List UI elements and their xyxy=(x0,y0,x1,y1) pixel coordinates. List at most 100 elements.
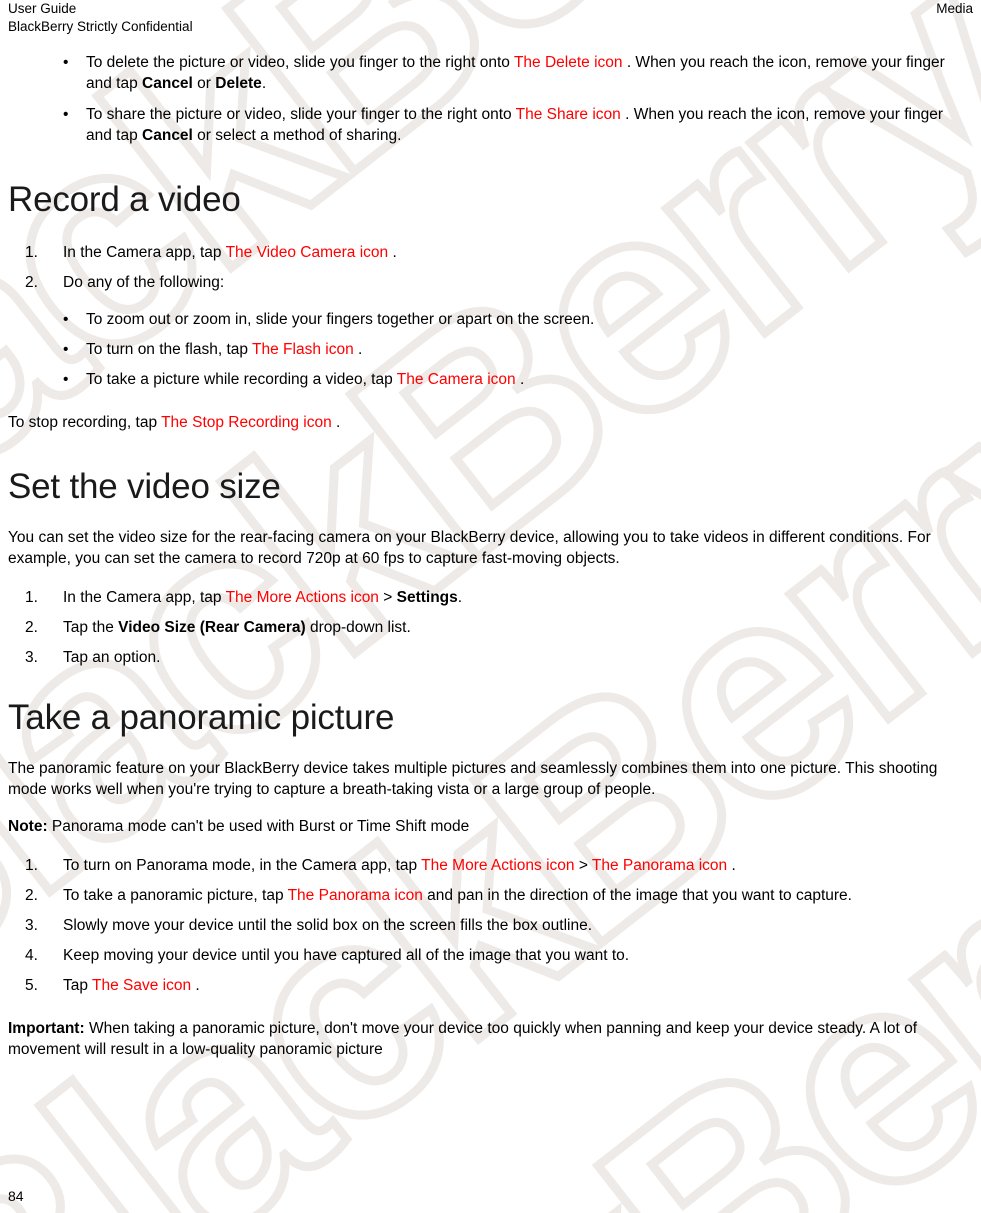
step-number: 2. xyxy=(25,887,38,904)
note-label: Note: xyxy=(8,818,48,835)
share-icon-reference: The Share icon xyxy=(515,106,621,123)
record-video-steps: 1. In the Camera app, tap The Video Camer… xyxy=(8,242,973,293)
step-text-part2: > xyxy=(378,589,397,606)
delete-share-bullet-list: • To delete the picture or video, slide y… xyxy=(8,52,973,146)
bullet-text-part1: To share the picture or video, slide you… xyxy=(86,106,516,123)
step-text-part1: Tap xyxy=(63,977,93,994)
record-video-sub-bullets: • To zoom out or zoom in, slide your fin… xyxy=(8,309,973,390)
bullet-glyph: • xyxy=(63,371,69,388)
delete-label: Delete xyxy=(215,75,262,92)
step-number: 1. xyxy=(25,857,38,874)
step-number: 1. xyxy=(25,244,38,261)
panorama-icon-reference: The Panorama icon xyxy=(591,857,728,874)
page-header: User Guide BlackBerry Strictly Confident… xyxy=(0,0,981,40)
step-text-part2: . xyxy=(388,244,397,261)
list-item: 2. Tap the Video Size (Rear Camera) drop-… xyxy=(8,617,973,638)
header-section-name: Media xyxy=(936,1,973,16)
step-number: 3. xyxy=(25,649,38,666)
page-content: • To delete the picture or video, slide y… xyxy=(8,52,973,1060)
video-camera-icon-reference: The Video Camera icon xyxy=(225,244,389,261)
step-text-part1: Do any of the following: xyxy=(63,274,225,291)
heading-set-the-video-size: Set the video size xyxy=(8,467,281,506)
header-doc-title: User Guide xyxy=(8,1,77,16)
panorama-important-note: Important: When taking a panoramic pictu… xyxy=(8,1018,973,1060)
page-number: 84 xyxy=(8,1188,24,1204)
step-text-part3: . xyxy=(457,589,463,606)
cancel-label: Cancel xyxy=(142,75,193,92)
settings-label: Settings xyxy=(396,589,458,606)
stop-recording-part2: . xyxy=(331,414,341,431)
header-left: User Guide BlackBerry Strictly Confident… xyxy=(8,0,608,36)
video-size-rear-camera-label: Video Size (Rear Camera) xyxy=(118,619,306,636)
bullet-text-part1: To turn on the flash, tap xyxy=(86,341,253,358)
list-item: 3. Tap an option. xyxy=(8,647,973,668)
bullet-glyph: • xyxy=(63,106,69,123)
list-item: 1. In the Camera app, tap The More Action… xyxy=(8,587,973,608)
list-item: 5. Tap The Save icon . xyxy=(8,975,973,996)
stop-recording-part1: To stop recording, tap xyxy=(8,414,162,431)
step-text-part1: In the Camera app, tap xyxy=(63,244,226,261)
list-item: 3. Slowly move your device until the soli… xyxy=(8,915,973,936)
list-item: • To delete the picture or video, slide y… xyxy=(8,52,973,94)
step-text-part3: . xyxy=(727,857,736,874)
step-text-part1: Slowly move your device until the solid … xyxy=(63,917,593,934)
heading-record-a-video: Record a video xyxy=(8,180,241,219)
bullet-text-part4: . xyxy=(261,75,267,92)
step-text-part3: drop-down list. xyxy=(305,619,411,636)
cancel-label: Cancel xyxy=(142,127,193,144)
document-page: User Guide BlackBerry Strictly Confident… xyxy=(0,0,981,1213)
list-item: • To turn on the flash, tap The Flash ico… xyxy=(8,339,973,360)
video-size-paragraph: You can set the video size for the rear-… xyxy=(8,529,931,567)
bullet-glyph: • xyxy=(63,341,69,358)
step-text-part1: To take a panoramic picture, tap xyxy=(63,887,288,904)
more-actions-icon-reference: The More Actions icon xyxy=(421,857,575,874)
list-item: 4. Keep moving your device until you have… xyxy=(8,945,973,966)
list-item: 1. To turn on Panorama mode, in the Camer… xyxy=(8,855,973,876)
list-item: • To take a picture while recording a vid… xyxy=(8,369,973,390)
important-label: Important: xyxy=(8,1020,85,1037)
stop-recording-icon-reference: The Stop Recording icon xyxy=(161,414,332,431)
bullet-glyph: • xyxy=(63,54,69,71)
stop-recording-line: To stop recording, tap The Stop Recordin… xyxy=(8,412,973,433)
camera-icon-reference: The Camera icon xyxy=(396,371,516,388)
panorama-steps: 1. To turn on Panorama mode, in the Camer… xyxy=(8,855,973,996)
list-item: 2. Do any of the following: xyxy=(8,272,973,293)
list-item: 2. To take a panoramic picture, tap The P… xyxy=(8,885,973,906)
list-item: • To zoom out or zoom in, slide your fin… xyxy=(8,309,973,330)
save-icon-reference: The Save icon xyxy=(92,977,192,994)
step-number: 4. xyxy=(25,947,38,964)
step-text-part2: > xyxy=(574,857,592,874)
heading-take-a-panoramic-picture: Take a panoramic picture xyxy=(8,698,395,737)
bullet-text-part2: . xyxy=(515,371,525,388)
bullet-text-part2: . xyxy=(353,341,363,358)
step-text-part1: Tap an option. xyxy=(63,649,161,666)
step-text-part2: . xyxy=(191,977,200,994)
bullet-text-part1: To take a picture while recording a vide… xyxy=(86,371,397,388)
step-number: 2. xyxy=(25,274,38,291)
list-item: 1. In the Camera app, tap The Video Camer… xyxy=(8,242,973,263)
bullet-text-part1: To delete the picture or video, slide yo… xyxy=(86,54,514,71)
bullet-text-part3: or xyxy=(192,75,216,92)
bullet-text-part1: To zoom out or zoom in, slide your finge… xyxy=(86,311,595,328)
step-number: 2. xyxy=(25,619,38,636)
flash-icon-reference: The Flash icon xyxy=(252,341,354,358)
note-text: Panorama mode can't be used with Burst o… xyxy=(47,818,470,835)
step-text-part1: Tap the xyxy=(63,619,119,636)
panorama-note: Note: Panorama mode can't be used with B… xyxy=(8,816,973,837)
bullet-text-part3: or select a method of sharing. xyxy=(192,127,402,144)
panorama-icon-reference: The Panorama icon xyxy=(287,887,423,904)
step-number: 5. xyxy=(25,977,38,994)
more-actions-icon-reference: The More Actions icon xyxy=(225,589,379,606)
step-number: 1. xyxy=(25,589,38,606)
step-text-part1: To turn on Panorama mode, in the Camera … xyxy=(63,857,422,874)
step-text-part1: Keep moving your device until you have c… xyxy=(63,947,630,964)
panorama-paragraph: The panoramic feature on your BlackBerry… xyxy=(8,760,938,798)
step-text-part2: and pan in the direction of the image th… xyxy=(422,887,852,904)
header-confidential-notice: BlackBerry Strictly Confidential xyxy=(8,19,193,34)
step-number: 3. xyxy=(25,917,38,934)
list-item: • To share the picture or video, slide yo… xyxy=(8,104,973,146)
delete-icon-reference: The Delete icon xyxy=(513,54,623,71)
step-text-part1: In the Camera app, tap xyxy=(63,589,226,606)
bullet-glyph: • xyxy=(63,311,69,328)
video-size-steps: 1. In the Camera app, tap The More Action… xyxy=(8,587,973,668)
